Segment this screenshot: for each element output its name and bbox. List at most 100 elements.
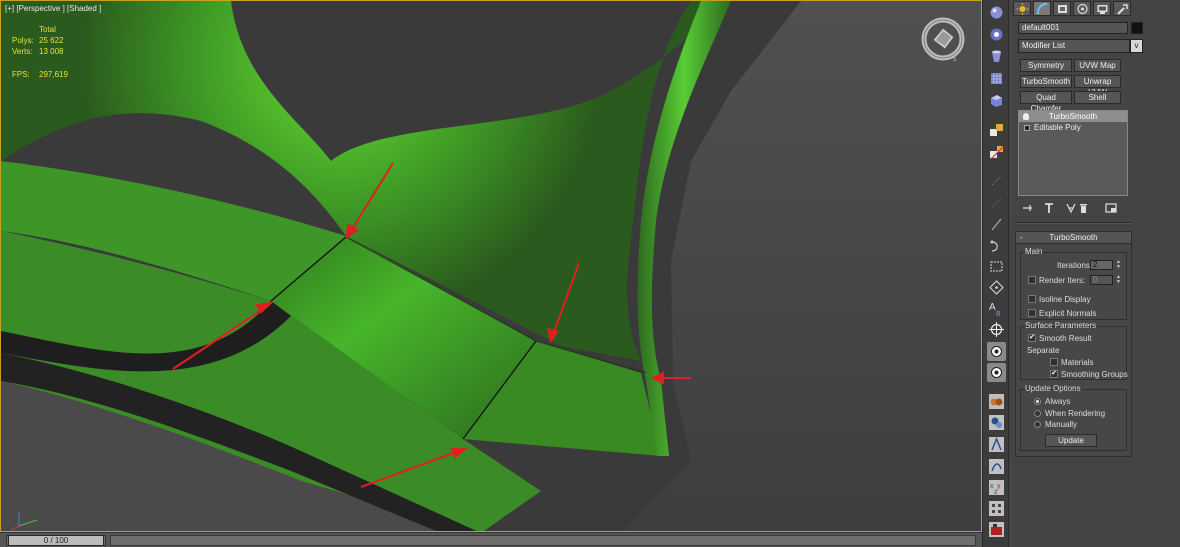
- viewcube-icon[interactable]: S: [919, 15, 967, 63]
- expand-box-icon[interactable]: [1024, 125, 1030, 131]
- spinner-arrows-icon[interactable]: ▲ ▼: [1115, 275, 1122, 285]
- teapot-icon[interactable]: [987, 413, 1006, 432]
- shell-button[interactable]: Shell: [1074, 91, 1121, 104]
- time-slider-thumb[interactable]: 0 / 100: [8, 535, 104, 546]
- render-iters-checkbox[interactable]: [1028, 276, 1036, 284]
- time-slider[interactable]: 0 / 100: [6, 535, 106, 546]
- remove-modifier-icon[interactable]: [1076, 201, 1090, 215]
- surface-parameters-title: Surface Parameters: [1025, 321, 1097, 330]
- verts-value: 13 008: [39, 47, 64, 56]
- explicit-normals-checkbox[interactable]: [1028, 309, 1036, 317]
- bone-icon[interactable]: [987, 435, 1006, 454]
- connect-icon[interactable]: [987, 237, 1006, 256]
- smooth-result-label: Smooth Result: [1039, 334, 1092, 343]
- command-panel-tabs: [1013, 1, 1133, 17]
- axis-tripod-icon: [7, 506, 47, 531]
- manually-label: Manually: [1045, 420, 1078, 429]
- view-icon[interactable]: [987, 363, 1006, 382]
- verts-label: Verts:: [12, 47, 33, 56]
- light-sphere-icon[interactable]: [987, 25, 1006, 44]
- viewport-label[interactable]: [+] [Perspective ] [Shaded ]: [5, 4, 101, 13]
- manually-radio[interactable]: [1034, 421, 1041, 428]
- render-iters-spinner[interactable]: 0: [1090, 275, 1113, 285]
- unlink-icon[interactable]: [987, 143, 1006, 162]
- turbosmooth-rollout: - TurboSmooth Main Iterations: 2 ▲ ▼ Rend…: [1015, 231, 1132, 457]
- svg-text:B: B: [996, 311, 1001, 318]
- track-bar[interactable]: [110, 535, 976, 546]
- pin-stack-icon[interactable]: [1021, 201, 1035, 215]
- rollout-header[interactable]: - TurboSmooth: [1016, 232, 1131, 244]
- panel-divider: [1015, 222, 1133, 224]
- utilities-icon[interactable]: [1113, 1, 1131, 16]
- iterations-spinner[interactable]: 2: [1090, 260, 1113, 270]
- smoothing-groups-checkbox[interactable]: ✔: [1050, 370, 1058, 378]
- box-grid-icon[interactable]: [987, 499, 1006, 518]
- fps-label: FPS:: [12, 70, 30, 79]
- surface-parameters-group: Surface Parameters ✔ Smooth Result Separ…: [1020, 321, 1128, 380]
- motion-icon[interactable]: [1073, 1, 1091, 16]
- uvw-map-button[interactable]: UVW Map: [1074, 59, 1121, 72]
- object-color-swatch[interactable]: [1131, 22, 1143, 34]
- render-icon[interactable]: [987, 520, 1006, 539]
- create-icon[interactable]: [1013, 1, 1031, 16]
- render-iters-label: Render Iters:: [1039, 276, 1086, 285]
- line-icon[interactable]: [987, 215, 1006, 234]
- cylinder-icon[interactable]: [987, 47, 1006, 66]
- isoline-display-checkbox[interactable]: [1028, 295, 1036, 303]
- viewport-statistics: Total Polys: 25 622 Verts: 13 008 FPS: 297,…: [12, 24, 68, 80]
- polys-value: 25 622: [39, 36, 64, 45]
- vertex-icon[interactable]: [987, 278, 1006, 297]
- perspective-viewport[interactable]: [+] [Perspective ] [Shaded ] Total Polys…: [0, 0, 982, 532]
- viewport-scene[interactable]: [1, 1, 982, 532]
- symmetry-button[interactable]: Symmetry: [1020, 59, 1072, 72]
- configure-sets-icon[interactable]: [1104, 201, 1118, 215]
- always-radio[interactable]: [1034, 398, 1041, 405]
- hierarchy-icon[interactable]: [1053, 1, 1071, 16]
- modifier-stack[interactable]: TurboSmooth Editable Poly: [1018, 110, 1128, 196]
- turbosmooth-button[interactable]: TurboSmooth: [1020, 75, 1072, 88]
- materials-checkbox[interactable]: [1050, 358, 1058, 366]
- smooth-result-checkbox[interactable]: ✔: [1028, 334, 1036, 342]
- xyz-icon[interactable]: xyz: [987, 478, 1006, 497]
- when-rendering-label: When Rendering: [1045, 409, 1106, 418]
- cube-icon[interactable]: [987, 91, 1006, 110]
- stack-item-label: TurboSmooth: [1048, 112, 1098, 121]
- chevron-down-icon[interactable]: v: [1130, 39, 1143, 53]
- collapse-icon[interactable]: -: [1020, 232, 1023, 244]
- explicit-normals-label: Explicit Normals: [1039, 309, 1097, 318]
- stats-header: Total: [39, 25, 56, 34]
- modify-icon[interactable]: [1033, 1, 1051, 16]
- unwrap-uvw-button[interactable]: Unwrap UVW: [1074, 75, 1121, 97]
- quad-chamfer-button[interactable]: Quad Chamfer: [1020, 91, 1072, 113]
- lightbulb-icon[interactable]: [1023, 113, 1029, 120]
- show-end-result-icon[interactable]: [1042, 201, 1056, 215]
- stack-item-turbosmooth[interactable]: TurboSmooth: [1019, 111, 1127, 122]
- crosshair-icon[interactable]: [987, 320, 1006, 339]
- main-group-title: Main: [1025, 247, 1043, 256]
- svg-text:y: y: [997, 483, 1001, 490]
- sphere-icon[interactable]: [987, 3, 1006, 22]
- select-region-icon[interactable]: [987, 257, 1006, 276]
- polys-label: Polys:: [12, 36, 34, 45]
- fps-value: 297,619: [39, 70, 68, 79]
- grid-icon[interactable]: [987, 69, 1006, 88]
- when-rendering-radio[interactable]: [1034, 410, 1041, 417]
- separate-label: Separate: [1027, 346, 1060, 355]
- text-abc-icon[interactable]: AB: [987, 299, 1006, 318]
- vertical-tool-strip: AB xyz: [982, 0, 1009, 547]
- link-icon[interactable]: [987, 121, 1006, 140]
- view-icon[interactable]: [987, 342, 1006, 361]
- display-icon[interactable]: [1093, 1, 1111, 16]
- svg-text:z: z: [994, 489, 998, 496]
- teapot-icon[interactable]: [987, 392, 1006, 411]
- dotted-line-icon[interactable]: [987, 171, 1006, 190]
- spinner-arrows-icon[interactable]: ▲ ▼: [1115, 260, 1122, 270]
- smoothing-groups-label: Smoothing Groups: [1061, 370, 1128, 379]
- always-label: Always: [1045, 397, 1071, 406]
- object-name-field[interactable]: default001: [1018, 22, 1128, 34]
- update-button[interactable]: Update: [1045, 434, 1097, 447]
- dotted-line-icon[interactable]: [987, 193, 1006, 212]
- bone-icon[interactable]: [987, 457, 1006, 476]
- modifier-list-dropdown[interactable]: Modifier List: [1018, 39, 1130, 53]
- stack-item-editable-poly[interactable]: Editable Poly: [1019, 122, 1127, 133]
